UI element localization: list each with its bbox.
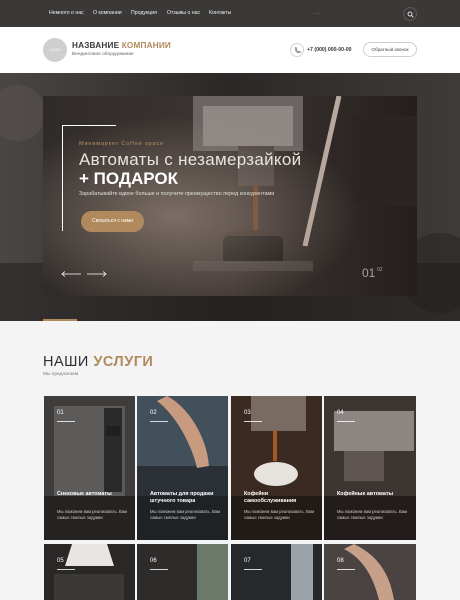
phone-icon (294, 47, 301, 54)
card-number: 08 (337, 558, 344, 564)
company-name-main: НАЗВАНИЕ (72, 41, 120, 50)
callback-button[interactable]: Обратный звонок (363, 42, 417, 57)
search-icon (407, 11, 414, 18)
service-card[interactable]: 07 (231, 544, 322, 600)
nav-item-about-us[interactable]: Немного о нас (49, 10, 84, 16)
card-number-line (337, 421, 355, 422)
company-name-accent: КОМПАНИИ (121, 41, 171, 50)
card-number-line (57, 569, 75, 570)
card-number: 03 (244, 410, 251, 416)
card-description: Мы поможем вам реализовать. Вам самые см… (150, 509, 220, 520)
more-menu-icon[interactable]: ··· (314, 11, 321, 17)
hero-accent-line (43, 319, 77, 321)
card-number-line (337, 569, 355, 570)
slide-total-number: 02 (377, 267, 383, 273)
card-title: Кофейни самообслуживания (244, 491, 297, 504)
nav-item-reviews[interactable]: Отзывы о нас (167, 10, 200, 16)
service-card[interactable]: 06 (137, 544, 228, 600)
card-number-line (244, 569, 262, 570)
card-number-line (150, 421, 168, 422)
card-number-line (244, 421, 262, 422)
arrow-right-icon[interactable] (87, 271, 107, 277)
card-title: Автоматы для продажи штучного товара (150, 491, 214, 504)
service-card[interactable]: 03 Кофейни самообслуживания Мы поможем в… (231, 396, 322, 540)
services-subtitle: Мы предлагаем (43, 372, 79, 377)
service-card[interactable]: 01 Снековые автоматы Мы поможем вам реал… (44, 396, 135, 540)
nav-item-contacts[interactable]: Контакты (209, 10, 231, 16)
card-number-line (150, 569, 168, 570)
phone-number[interactable]: +7 (000) 000-00-00 (307, 47, 352, 53)
card-title: Снековые автоматы (57, 491, 112, 497)
card-number: 02 (150, 410, 157, 416)
hero-description: Зарабатывайте вдвое больше и получите пр… (79, 191, 275, 197)
card-description: Мы поможем вам реализовать. Вам самые см… (57, 509, 127, 520)
phone-button[interactable] (290, 43, 304, 57)
slide-current-number: 01 (362, 266, 376, 280)
services-heading-accent: УСЛУГИ (93, 354, 154, 370)
card-number: 07 (244, 558, 251, 564)
nav-item-company[interactable]: О компании (93, 10, 122, 16)
contact-us-button[interactable]: Связаться с нами (81, 211, 144, 232)
card-description: Мы поможем вам реализовать. Вам самые см… (244, 509, 314, 520)
company-logo[interactable]: LOGO (43, 38, 67, 62)
service-card[interactable]: 02 Автоматы для продажи штучного товара … (137, 396, 228, 540)
card-number-line (57, 421, 75, 422)
arrow-left-icon[interactable] (61, 271, 81, 277)
card-number: 01 (57, 410, 64, 416)
service-card[interactable]: 08 (324, 544, 416, 600)
services-heading-main: НАШИ (43, 354, 89, 370)
hero-eyebrow: Минимаркет Coffee space (79, 141, 164, 147)
search-button[interactable] (403, 7, 417, 21)
lamp-image (44, 544, 135, 600)
water-vending-image (231, 544, 322, 600)
hero-title: Автоматы с незамерзайкой (79, 150, 302, 169)
hand-button-image (324, 544, 416, 600)
card-number: 05 (57, 558, 64, 564)
nav-item-products[interactable]: Продукция (131, 10, 157, 16)
card-number: 04 (337, 410, 344, 416)
card-description: Мы поможем вам реализовать. Вам самые см… (337, 509, 407, 520)
company-tagline: Вендинговое оборудование (72, 52, 134, 57)
services-heading: НАШИ УСЛУГИ (43, 354, 153, 370)
company-name: НАЗВАНИЕ КОМПАНИИ (72, 41, 171, 50)
site-header: LOGO НАЗВАНИЕ КОМПАНИИ Вендинговое обору… (0, 27, 460, 73)
vending-closeup-image (137, 544, 228, 600)
hero-title-gift: + ПОДАРОК (79, 169, 178, 188)
card-title: Кофейные автоматы (337, 491, 394, 497)
top-navigation: Немного о нас О компании Продукция Отзыв… (0, 0, 460, 27)
card-number: 06 (150, 558, 157, 564)
slider-arrows (61, 271, 107, 277)
service-card[interactable]: 05 (44, 544, 135, 600)
service-card[interactable]: 04 Кофейные автоматы Мы поможем вам реал… (324, 396, 416, 540)
